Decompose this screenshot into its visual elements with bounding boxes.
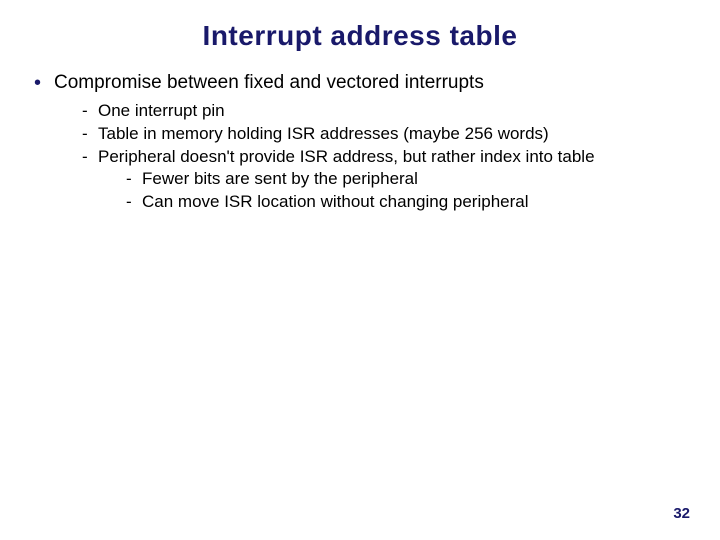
bullet-text: Peripheral doesn't provide ISR address, …: [98, 147, 595, 166]
bullet-text: Table in memory holding ISR addresses (m…: [98, 124, 549, 143]
list-item: Compromise between fixed and vectored in…: [30, 70, 690, 214]
bullet-text: Fewer bits are sent by the peripheral: [142, 169, 418, 188]
slide: Interrupt address table Compromise betwe…: [0, 0, 720, 540]
list-item: One interrupt pin: [82, 100, 690, 123]
list-item: Can move ISR location without changing p…: [126, 191, 690, 214]
bullet-text: Can move ISR location without changing p…: [142, 192, 529, 211]
list-item: Fewer bits are sent by the peripheral: [126, 168, 690, 191]
bullet-list-level2: One interrupt pin Table in memory holdin…: [54, 100, 690, 215]
page-number: 32: [673, 505, 690, 522]
list-item: Table in memory holding ISR addresses (m…: [82, 123, 690, 146]
bullet-list-level3: Fewer bits are sent by the peripheral Ca…: [98, 168, 690, 214]
bullet-list-level1: Compromise between fixed and vectored in…: [30, 70, 690, 214]
slide-title: Interrupt address table: [30, 20, 690, 52]
bullet-text: One interrupt pin: [98, 101, 225, 120]
bullet-text: Compromise between fixed and vectored in…: [54, 72, 484, 93]
list-item: Peripheral doesn't provide ISR address, …: [82, 146, 690, 215]
